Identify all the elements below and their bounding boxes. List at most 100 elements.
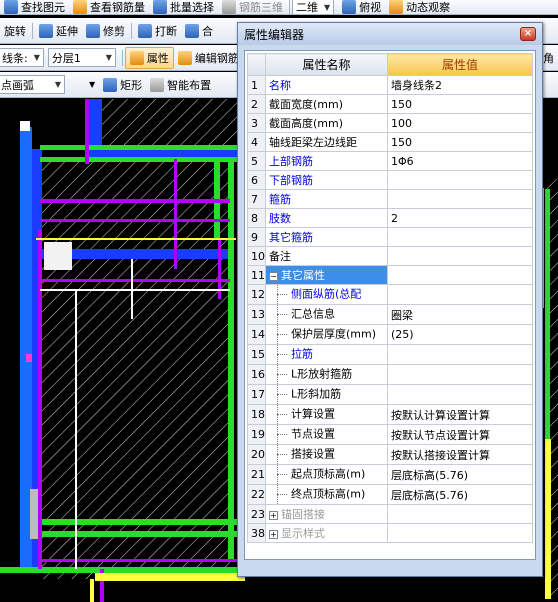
expand-icon[interactable]: + bbox=[269, 529, 278, 539]
property-name-cell[interactable]: 起点顶标高(m) bbox=[265, 464, 388, 485]
chevron-down-icon[interactable]: ▼ bbox=[89, 80, 95, 89]
floor-layer-select[interactable]: 分层1 ▼ bbox=[47, 48, 116, 67]
property-name-cell[interactable]: 截面高度(mm) bbox=[265, 113, 388, 133]
property-value[interactable] bbox=[387, 364, 533, 385]
property-name-cell[interactable]: L形斜加筋 bbox=[265, 384, 388, 405]
property-value[interactable]: 圈梁 bbox=[387, 304, 533, 325]
dynamic-observe-button[interactable]: 动态观察 bbox=[385, 0, 454, 14]
trim-button[interactable]: 修剪 bbox=[82, 18, 129, 43]
extend-button[interactable]: 延伸 bbox=[35, 18, 82, 43]
expand-icon[interactable]: + bbox=[269, 510, 278, 520]
property-value[interactable] bbox=[387, 344, 533, 365]
property-value[interactable] bbox=[387, 523, 533, 543]
collapse-icon[interactable]: − bbox=[269, 271, 278, 281]
property-name-cell[interactable]: 肢数 bbox=[265, 208, 388, 228]
property-row[interactable]: 6 下部钢筋 bbox=[247, 170, 533, 190]
view-mode-select[interactable]: 二维 ▼ bbox=[292, 0, 335, 14]
property-name-cell[interactable]: 终点顶标高(m) bbox=[265, 484, 388, 505]
property-value[interactable]: 层底标高(5.76) bbox=[387, 464, 533, 485]
property-name-cell[interactable]: 搭接设置 bbox=[265, 444, 388, 465]
property-row[interactable]: 8 肢数 2 bbox=[247, 208, 533, 228]
property-name-cell[interactable]: 截面宽度(mm) bbox=[265, 94, 388, 114]
property-row[interactable]: 19 节点设置 按默认节点设置计算 bbox=[247, 424, 533, 445]
property-row[interactable]: 21 起点顶标高(m) 层底标高(5.76) bbox=[247, 464, 533, 485]
property-row[interactable]: 20 搭接设置 按默认搭接设置计算 bbox=[247, 444, 533, 465]
property-name-cell[interactable]: 备注 bbox=[265, 246, 388, 266]
rotate-button[interactable]: 旋转 bbox=[0, 18, 30, 43]
property-name-cell[interactable]: 下部钢筋 bbox=[265, 170, 388, 190]
property-value[interactable]: 150 bbox=[387, 94, 533, 114]
property-value[interactable] bbox=[387, 265, 533, 285]
property-value[interactable]: 150 bbox=[387, 132, 533, 152]
edit-rebar-button[interactable]: 编辑钢筋 bbox=[174, 45, 243, 70]
property-name-cell[interactable]: 侧面纵筋(总配 bbox=[265, 284, 388, 305]
property-name-cell[interactable]: 上部钢筋 bbox=[265, 151, 388, 171]
property-row[interactable]: 15 拉筋 bbox=[247, 344, 533, 365]
element-type-select[interactable]: 线条: ▼ bbox=[0, 48, 44, 67]
property-name-cell[interactable]: L形放射箍筋 bbox=[265, 364, 388, 385]
property-value[interactable] bbox=[387, 504, 533, 524]
property-row[interactable]: 13 汇总信息 圈梁 bbox=[247, 304, 533, 325]
view-rebar-button[interactable]: 查看钢筋量 bbox=[69, 0, 149, 14]
property-name-cell[interactable]: 保护层厚度(mm) bbox=[265, 324, 388, 345]
rectangle-button[interactable]: 矩形 bbox=[99, 72, 146, 97]
property-name-cell[interactable]: 计算设置 bbox=[265, 404, 388, 425]
property-value[interactable]: 100 bbox=[387, 113, 533, 133]
property-value[interactable]: 2 bbox=[387, 208, 533, 228]
property-row[interactable]: 16 L形放射箍筋 bbox=[247, 364, 533, 385]
property-value[interactable]: 墙身线条2 bbox=[387, 75, 533, 95]
property-row[interactable]: 12 侧面纵筋(总配 bbox=[247, 284, 533, 305]
property-value[interactable] bbox=[387, 189, 533, 209]
property-name-cell[interactable]: 轴线距梁左边线距 bbox=[265, 132, 388, 152]
property-value[interactable] bbox=[387, 246, 533, 266]
smart-layout-button[interactable]: 智能布置 bbox=[146, 72, 215, 97]
property-row[interactable]: 22 终点顶标高(m) 层底标高(5.76) bbox=[247, 484, 533, 505]
property-row[interactable]: 11− 其它属性 bbox=[247, 265, 533, 285]
property-row[interactable]: 5 上部钢筋 1Φ6 bbox=[247, 151, 533, 171]
property-row[interactable]: 18 计算设置 按默认计算设置计算 bbox=[247, 404, 533, 425]
overlook-button[interactable]: 俯视 bbox=[338, 0, 385, 14]
property-value[interactable] bbox=[387, 384, 533, 405]
property-row[interactable]: 3 截面高度(mm) 100 bbox=[247, 113, 533, 133]
find-elements-button[interactable]: 查找图元 bbox=[0, 0, 69, 14]
property-row[interactable]: 9 其它箍筋 bbox=[247, 227, 533, 247]
window-titlebar[interactable]: 属性编辑器 × bbox=[238, 23, 542, 45]
property-name-cell[interactable]: 其它箍筋 bbox=[265, 227, 388, 247]
property-name-cell[interactable]: 拉筋 bbox=[265, 344, 388, 365]
property-name-cell[interactable]: + 显示样式 bbox=[265, 523, 388, 543]
property-name-cell[interactable]: 节点设置 bbox=[265, 424, 388, 445]
break-button[interactable]: 打断 bbox=[134, 18, 181, 43]
property-value[interactable] bbox=[387, 227, 533, 247]
property-value[interactable]: 按默认搭接设置计算 bbox=[387, 444, 533, 465]
rebar-3d-button[interactable]: 钢筋三维 bbox=[218, 0, 287, 14]
property-name-cell[interactable]: − 其它属性 bbox=[265, 265, 388, 285]
property-row[interactable]: 14 保护层厚度(mm) (25) bbox=[247, 324, 533, 345]
property-value[interactable] bbox=[387, 170, 533, 190]
property-value[interactable]: 层底标高(5.76) bbox=[387, 484, 533, 505]
property-row[interactable]: 38 + 显示样式 bbox=[247, 523, 533, 543]
batch-select-button[interactable]: 批量选择 bbox=[149, 0, 218, 14]
property-value[interactable]: 按默认节点设置计算 bbox=[387, 424, 533, 445]
property-row[interactable]: 2 截面宽度(mm) 150 bbox=[247, 94, 533, 114]
column-header-value[interactable]: 属性值 bbox=[387, 53, 533, 76]
property-value[interactable]: 1Φ6 bbox=[387, 151, 533, 171]
arc-mode-select[interactable]: 点画弧 ▼ bbox=[0, 75, 65, 94]
close-button[interactable]: × bbox=[520, 27, 536, 41]
property-row[interactable]: 4 轴线距梁左边线距 150 bbox=[247, 132, 533, 152]
property-value[interactable]: 按默认计算设置计算 bbox=[387, 404, 533, 425]
merge-button[interactable]: 合 bbox=[181, 18, 217, 43]
property-row[interactable]: 10 备注 bbox=[247, 246, 533, 266]
property-value[interactable] bbox=[387, 284, 533, 305]
property-value[interactable]: (25) bbox=[387, 324, 533, 345]
property-name-cell[interactable]: 名称 bbox=[265, 75, 388, 95]
property-name-cell[interactable]: 箍筋 bbox=[265, 189, 388, 209]
column-header-name[interactable]: 属性名称 bbox=[265, 53, 388, 76]
property-row[interactable]: 1 名称 墙身线条2 bbox=[247, 75, 533, 95]
property-button[interactable]: 属性 bbox=[124, 46, 174, 69]
property-row[interactable]: 23 + 锚固搭接 bbox=[247, 504, 533, 524]
property-name-cell[interactable]: + 锚固搭接 bbox=[265, 504, 388, 524]
property-row[interactable]: 17 L形斜加筋 bbox=[247, 384, 533, 405]
property-name-cell[interactable]: 汇总信息 bbox=[265, 304, 388, 325]
trim-icon bbox=[86, 23, 100, 38]
property-row[interactable]: 7 箍筋 bbox=[247, 189, 533, 209]
